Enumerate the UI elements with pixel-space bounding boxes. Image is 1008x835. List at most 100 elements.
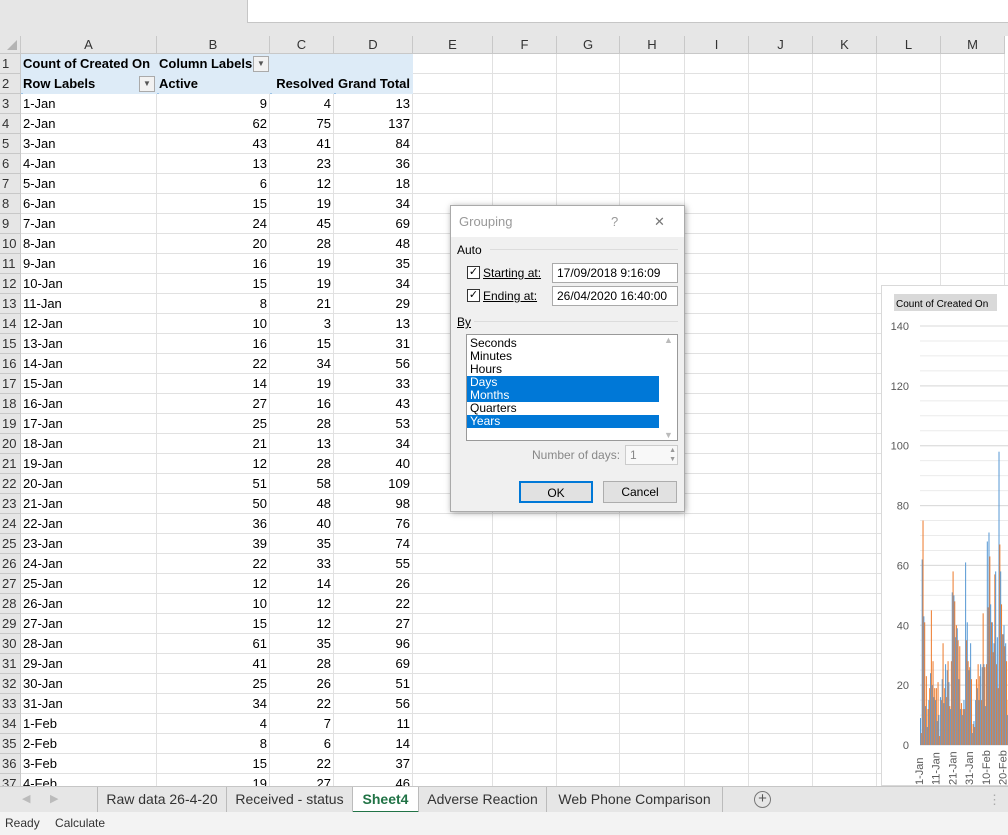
row-label[interactable]: 18-Jan	[23, 434, 157, 454]
row-label[interactable]: 22-Jan	[23, 514, 157, 534]
resolved-count[interactable]: 14	[272, 574, 334, 594]
column-header-c[interactable]: C	[270, 36, 334, 54]
grand-total[interactable]: 51	[336, 674, 413, 694]
active-count[interactable]: 15	[159, 614, 270, 634]
row-label[interactable]: 1-Jan	[23, 94, 157, 114]
active-count[interactable]: 13	[159, 154, 270, 174]
scroll-up-icon[interactable]: ▲	[660, 335, 677, 345]
resolved-count[interactable]: 3	[272, 314, 334, 334]
starting-at-input[interactable]: 17/09/2018 9:16:09	[552, 263, 678, 283]
row-header[interactable]: 7	[0, 174, 21, 194]
resolved-count[interactable]: 22	[272, 754, 334, 774]
grand-total[interactable]: 13	[336, 94, 413, 114]
row-header[interactable]: 17	[0, 374, 21, 394]
resolved-count[interactable]: 12	[272, 614, 334, 634]
active-count[interactable]: 15	[159, 274, 270, 294]
grand-total[interactable]: 40	[336, 454, 413, 474]
resolved-count[interactable]: 22	[272, 694, 334, 714]
active-count[interactable]: 34	[159, 694, 270, 714]
active-count[interactable]: 14	[159, 374, 270, 394]
grand-total[interactable]: 27	[336, 614, 413, 634]
resolved-count[interactable]: 12	[272, 594, 334, 614]
resolved-count[interactable]: 45	[272, 214, 334, 234]
resolved-count[interactable]: 28	[272, 454, 334, 474]
active-count[interactable]: 4	[159, 714, 270, 734]
active-count[interactable]: 36	[159, 514, 270, 534]
new-sheet-button[interactable]: +	[754, 791, 771, 808]
sheet-tab[interactable]: Raw data 26-4-20	[97, 787, 227, 813]
row-label[interactable]: 2-Jan	[23, 114, 157, 134]
row-header[interactable]: 9	[0, 214, 21, 234]
tabs-options-icon[interactable]: ⋮	[988, 787, 1001, 812]
resolved-count[interactable]: 16	[272, 394, 334, 414]
row-label[interactable]: 19-Jan	[23, 454, 157, 474]
row-header[interactable]: 28	[0, 594, 21, 614]
pivot-chart[interactable]: Count of Created On 0 20 40 60 80 100 120 140 1-J…	[881, 285, 1008, 786]
grand-total[interactable]: 48	[336, 234, 413, 254]
row-header[interactable]: 5	[0, 134, 21, 154]
column-header-g[interactable]: G	[557, 36, 620, 54]
pivot-col-resolved[interactable]: Resolved	[272, 74, 334, 94]
row-label[interactable]: 20-Jan	[23, 474, 157, 494]
scroll-tabs-left-icon[interactable]: ◀	[22, 787, 30, 812]
row-header[interactable]: 30	[0, 634, 21, 654]
row-label[interactable]: 1-Feb	[23, 714, 157, 734]
grand-total[interactable]: 36	[336, 154, 413, 174]
ok-button[interactable]: OK	[519, 481, 593, 503]
resolved-count[interactable]: 41	[272, 134, 334, 154]
resolved-count[interactable]: 12	[272, 174, 334, 194]
row-header[interactable]: 22	[0, 474, 21, 494]
row-header[interactable]: 13	[0, 294, 21, 314]
pivot-col-active[interactable]: Active	[159, 74, 270, 94]
row-label[interactable]: 4-Feb	[23, 774, 157, 786]
cancel-button[interactable]: Cancel	[603, 481, 677, 503]
resolved-count[interactable]: 7	[272, 714, 334, 734]
active-count[interactable]: 21	[159, 434, 270, 454]
column-header-l[interactable]: L	[877, 36, 941, 54]
grand-total[interactable]: 37	[336, 754, 413, 774]
active-count[interactable]: 8	[159, 294, 270, 314]
column-header-e[interactable]: E	[413, 36, 493, 54]
row-header[interactable]: 6	[0, 154, 21, 174]
row-header[interactable]: 27	[0, 574, 21, 594]
row-header[interactable]: 29	[0, 614, 21, 634]
grand-total[interactable]: 46	[336, 774, 413, 786]
column-header-f[interactable]: F	[493, 36, 557, 54]
row-header[interactable]: 23	[0, 494, 21, 514]
row-label[interactable]: 6-Jan	[23, 194, 157, 214]
active-count[interactable]: 39	[159, 534, 270, 554]
row-label[interactable]: 7-Jan	[23, 214, 157, 234]
column-header-d[interactable]: D	[334, 36, 413, 54]
grand-total[interactable]: 53	[336, 414, 413, 434]
row-header[interactable]: 18	[0, 394, 21, 414]
resolved-count[interactable]: 15	[272, 334, 334, 354]
row-header[interactable]: 11	[0, 254, 21, 274]
column-header-b[interactable]: B	[157, 36, 270, 54]
ending-at-checkbox[interactable]: ✓	[467, 289, 480, 302]
resolved-count[interactable]: 75	[272, 114, 334, 134]
resolved-count[interactable]: 33	[272, 554, 334, 574]
active-count[interactable]: 10	[159, 594, 270, 614]
row-header[interactable]: 24	[0, 514, 21, 534]
resolved-count[interactable]: 58	[272, 474, 334, 494]
row-label[interactable]: 10-Jan	[23, 274, 157, 294]
active-count[interactable]: 51	[159, 474, 270, 494]
grand-total[interactable]: 22	[336, 594, 413, 614]
grand-total[interactable]: 56	[336, 354, 413, 374]
resolved-count[interactable]: 13	[272, 434, 334, 454]
resolved-count[interactable]: 35	[272, 534, 334, 554]
row-label[interactable]: 14-Jan	[23, 354, 157, 374]
grand-total[interactable]: 31	[336, 334, 413, 354]
row-label[interactable]: 23-Jan	[23, 534, 157, 554]
grand-total[interactable]: 34	[336, 434, 413, 454]
grand-total[interactable]: 33	[336, 374, 413, 394]
row-label[interactable]: 12-Jan	[23, 314, 157, 334]
row-header[interactable]: 15	[0, 334, 21, 354]
row-label[interactable]: 25-Jan	[23, 574, 157, 594]
grand-total[interactable]: 84	[336, 134, 413, 154]
row-header[interactable]: 32	[0, 674, 21, 694]
resolved-count[interactable]: 23	[272, 154, 334, 174]
active-count[interactable]: 6	[159, 174, 270, 194]
resolved-count[interactable]: 21	[272, 294, 334, 314]
row-header[interactable]: 19	[0, 414, 21, 434]
